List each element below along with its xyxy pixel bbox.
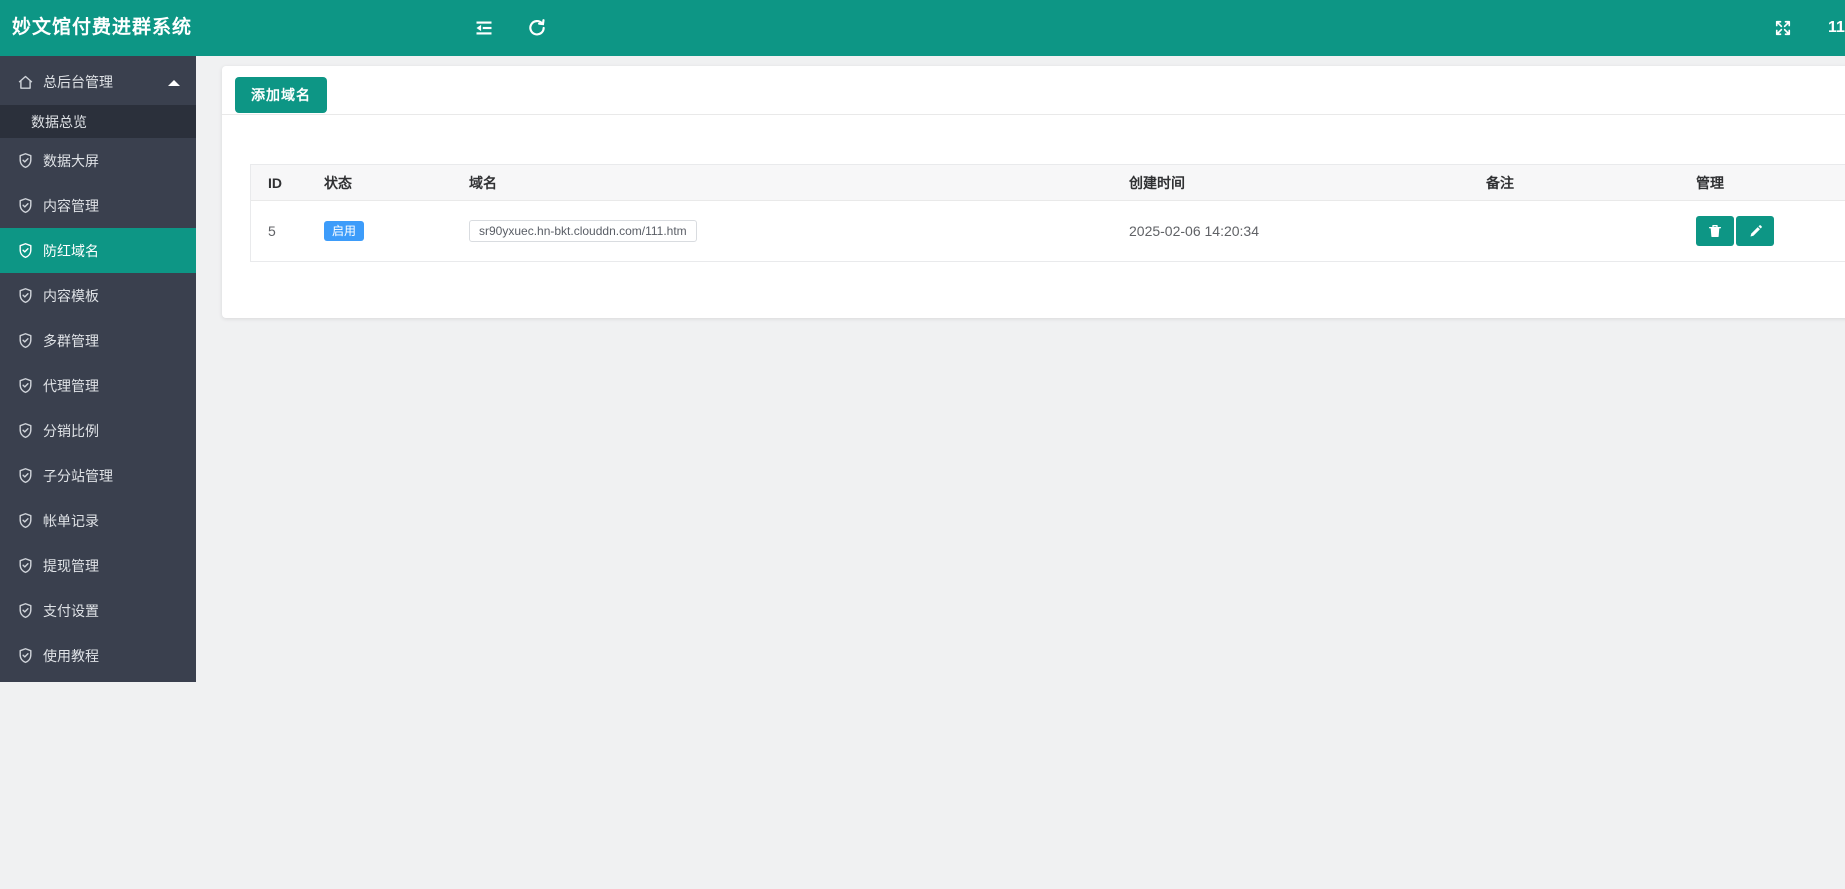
sidebar-item-label: 分销比例 <box>43 422 99 439</box>
content-card: 添加域名 ID 状态 域名 创建时间 备注 管理 5 启用 sr90yxuec.… <box>222 66 1845 318</box>
cell-manage <box>1696 216 1845 246</box>
cell-domain: sr90yxuec.hn-bkt.clouddn.com/111.htm <box>469 220 1129 242</box>
shield-check-icon <box>17 557 34 574</box>
table-header-row: ID 状态 域名 创建时间 备注 管理 <box>251 165 1845 201</box>
sidebar-item-label: 内容模板 <box>43 287 99 304</box>
shield-check-icon <box>17 197 34 214</box>
sidebar-item-label: 防红域名 <box>43 242 99 259</box>
sidebar-item-label: 数据大屏 <box>43 152 99 169</box>
edit-button[interactable] <box>1736 216 1774 246</box>
shield-check-icon <box>17 512 34 529</box>
status-badge: 启用 <box>324 221 365 241</box>
column-header-id: ID <box>268 174 282 191</box>
cell-created-time: 2025-02-06 14:20:34 <box>1129 223 1259 239</box>
fold-menu-icon[interactable] <box>474 18 494 38</box>
action-button-group <box>1696 216 1845 246</box>
shield-check-icon <box>17 602 34 619</box>
column-header-status: 状态 <box>324 174 352 191</box>
domain-url-box[interactable]: sr90yxuec.hn-bkt.clouddn.com/111.htm <box>469 220 697 242</box>
sidebar-item-label: 多群管理 <box>43 332 99 349</box>
add-domain-button[interactable]: 添加域名 <box>235 77 327 113</box>
sidebar-item-bill-records[interactable]: 帐单记录 <box>0 498 196 543</box>
column-header-manage: 管理 <box>1696 174 1724 191</box>
sidebar-item-label: 提现管理 <box>43 557 99 574</box>
sidebar-item-content-template[interactable]: 内容模板 <box>0 273 196 318</box>
trash-icon <box>1707 223 1723 239</box>
sidebar-item-label: 帐单记录 <box>43 512 99 529</box>
sidebar-item-withdraw-manage[interactable]: 提现管理 <box>0 543 196 588</box>
sidebar-item-label: 总后台管理 <box>43 74 113 90</box>
card-header: 添加域名 <box>222 66 1845 115</box>
sidebar-item-distribution-ratio[interactable]: 分销比例 <box>0 408 196 453</box>
column-header-domain: 域名 <box>469 174 497 191</box>
home-icon <box>17 74 34 91</box>
column-header-remark: 备注 <box>1486 174 1514 191</box>
shield-check-icon <box>17 647 34 664</box>
sidebar-item-data-screen[interactable]: 数据大屏 <box>0 138 196 183</box>
pencil-icon <box>1748 224 1763 239</box>
sidebar-item-data-overview[interactable]: 数据总览 <box>0 105 196 138</box>
sidebar-item-substation-manage[interactable]: 子分站管理 <box>0 453 196 498</box>
sidebar-item-agent-manage[interactable]: 代理管理 <box>0 363 196 408</box>
chevron-up-icon <box>168 80 180 86</box>
sidebar-item-main-admin[interactable]: 总后台管理 <box>0 59 196 105</box>
shield-check-icon <box>17 152 34 169</box>
shield-check-icon <box>17 422 34 439</box>
shield-check-icon <box>17 377 34 394</box>
shield-check-icon <box>17 287 34 304</box>
cell-status: 启用 <box>324 221 469 241</box>
top-header: 妙文馆付费进群系统 11 <box>0 0 1845 56</box>
sidebar-item-tutorial[interactable]: 使用教程 <box>0 633 196 678</box>
fullscreen-expand-icon[interactable] <box>1773 18 1793 38</box>
sidebar-item-antired-domain[interactable]: 防红域名 <box>0 228 196 273</box>
shield-check-icon <box>17 242 34 259</box>
app-title: 妙文馆付费进群系统 <box>12 17 193 38</box>
shield-check-icon <box>17 467 34 484</box>
cell-id: 5 <box>268 223 276 239</box>
sidebar-item-content-manage[interactable]: 内容管理 <box>0 183 196 228</box>
domain-table: ID 状态 域名 创建时间 备注 管理 5 启用 sr90yxuec.hn-bk… <box>250 164 1845 262</box>
sidebar-item-label: 子分站管理 <box>43 467 113 484</box>
shield-check-icon <box>17 332 34 349</box>
sidebar-item-label: 内容管理 <box>43 197 99 214</box>
sidebar-item-label: 数据总览 <box>31 113 87 130</box>
table-row: 5 启用 sr90yxuec.hn-bkt.clouddn.com/111.ht… <box>251 201 1845 261</box>
sidebar-item-label: 支付设置 <box>43 602 99 619</box>
column-header-created: 创建时间 <box>1129 174 1185 191</box>
refresh-icon[interactable] <box>527 18 547 38</box>
sidebar-item-label: 代理管理 <box>43 377 99 394</box>
sidebar-item-payment-settings[interactable]: 支付设置 <box>0 588 196 633</box>
sidebar-item-label: 使用教程 <box>43 647 99 664</box>
delete-button[interactable] <box>1696 216 1734 246</box>
sidebar-item-multi-group[interactable]: 多群管理 <box>0 318 196 363</box>
sidebar-menu: 总后台管理 数据总览 数据大屏 内容管理 防红域名 内容模板 多群管理 代理管理… <box>0 56 196 682</box>
header-right-text: 11 <box>1828 19 1845 36</box>
